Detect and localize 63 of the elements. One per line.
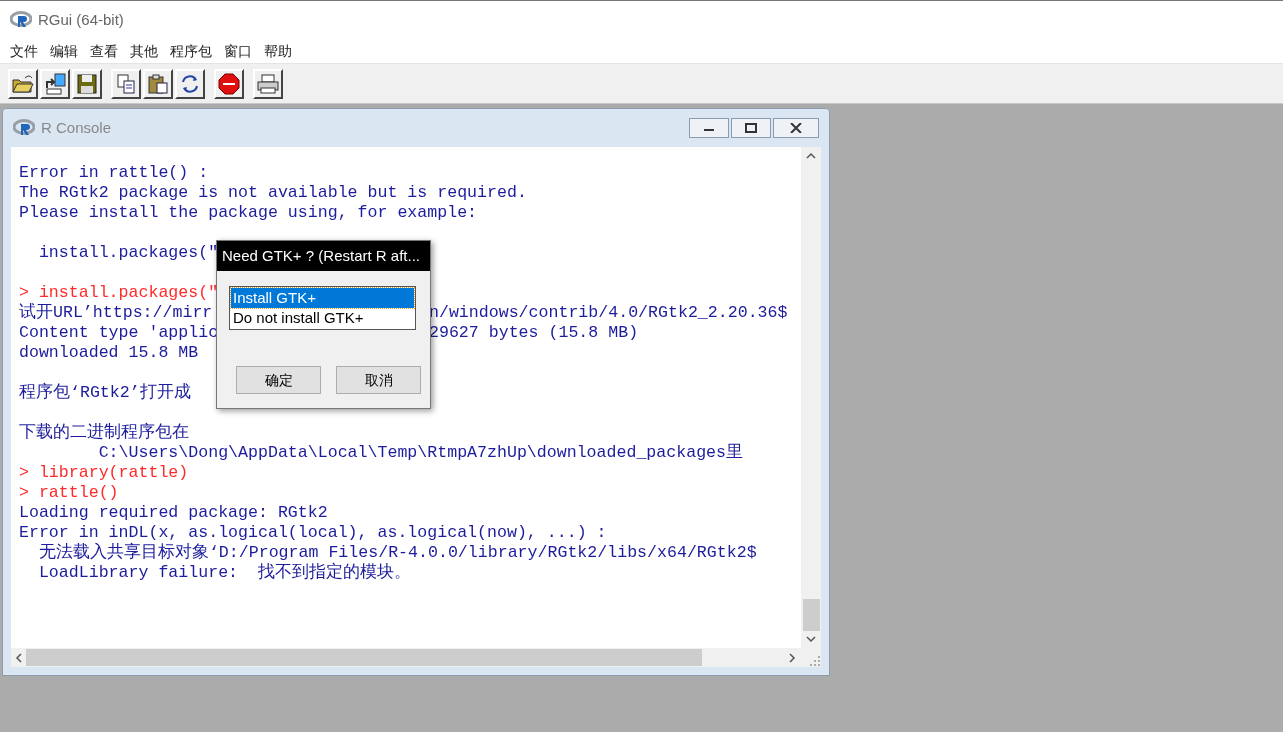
toolbar-button[interactable]: [214, 68, 244, 99]
console-line: The RGtk2 package is not available but is required.: [19, 183, 527, 203]
r-logo-icon: [10, 11, 32, 29]
scroll-left-icon: [15, 652, 22, 663]
menu-item[interactable]: 帮助: [258, 40, 298, 62]
maximize-icon: [745, 123, 757, 133]
load-workspace-icon: [43, 71, 67, 96]
console-line: Error in rattle() :: [19, 163, 209, 183]
scroll-down-icon: [806, 636, 816, 643]
menu-item[interactable]: 窗口: [218, 40, 258, 62]
dialog-button[interactable]: 确定: [236, 366, 321, 394]
console-line: 试开URL’https://mirr: [19, 303, 213, 322]
console-line: Error in inDL(x, as.logical(local), as.logical(now), ...) :: [19, 523, 607, 542]
console-line: C:\Users\Dong\AppData\Local\Temp\RtmpA7zhUp\downloaded_packages里: [97, 443, 743, 463]
r-logo-icon: [13, 119, 35, 137]
printer-icon: [256, 71, 280, 96]
dialog-button[interactable]: 取消: [336, 366, 421, 394]
list-option[interactable]: Install GTK+: [231, 288, 414, 308]
console-line: n/windows/contrib/4.0/RGtk2_2.20.36$: [429, 303, 788, 323]
maximize-button[interactable]: [731, 118, 771, 138]
list-option[interactable]: Do not install GTK+: [231, 308, 414, 328]
scrollbar-thumb[interactable]: [26, 649, 702, 666]
menu-item[interactable]: 编辑: [44, 40, 84, 62]
dialog-title: Need GTK+ ? (Restart R aft...: [222, 245, 420, 266]
vertical-scrollbar[interactable]: [801, 147, 821, 648]
menu-item[interactable]: 其他: [124, 40, 164, 62]
menu-item[interactable]: 程序包: [164, 40, 218, 62]
option-list[interactable]: Install GTK+ Do not install GTK+: [229, 286, 416, 330]
scrollbar-thumb[interactable]: [802, 599, 820, 631]
toolbar-button[interactable]: [8, 68, 38, 99]
console-line: LoadLibrary failure: 找不到指定的模块。: [37, 563, 411, 583]
console-title: R Console: [41, 117, 112, 138]
console-line: 程序包‘RGtk2’打开成: [19, 383, 191, 403]
console-line: downloaded 15.8 MB: [19, 343, 199, 363]
console-line: Loading required package: RGtk2: [19, 503, 328, 523]
console-line: > library(rattle): [19, 463, 189, 483]
console-line: Please install the package using, for example:: [19, 203, 478, 223]
toolbar-button[interactable]: [72, 68, 102, 99]
toolbar-button[interactable]: [253, 68, 283, 99]
console-line: 下载的二进制程序包在: [19, 423, 189, 443]
toolbar-button[interactable]: [40, 68, 70, 99]
console-line: install.packages(": [37, 243, 219, 263]
console-line: 29627 bytes (15.8 MB): [429, 323, 639, 343]
console-line: > install.packages(": [19, 283, 219, 303]
resize-grip-icon[interactable]: [809, 655, 821, 667]
menu-item[interactable]: 文件: [4, 40, 44, 62]
toolbar-button[interactable]: [143, 68, 173, 99]
toolbar-button[interactable]: [175, 68, 205, 99]
paste-icon: [146, 71, 170, 96]
scroll-right-icon: [789, 652, 796, 663]
menu-item[interactable]: 查看: [84, 40, 124, 62]
copy-icon: [114, 71, 138, 96]
console-line: Content type 'applic: [19, 323, 219, 342]
window-title: RGui (64-bit): [38, 9, 124, 30]
horizontal-scrollbar[interactable]: [11, 648, 801, 667]
close-button[interactable]: [773, 118, 819, 138]
stop-sign-icon: [217, 71, 241, 96]
toolbar-button[interactable]: [111, 68, 141, 99]
console-line: 无法载入共享目标对象‘D:/Program Files/R-4.0.0/library/RGtk2/libs/x64/RGtk2$: [37, 543, 757, 562]
console-line: > rattle(): [19, 483, 119, 503]
close-icon: [790, 123, 802, 133]
scroll-up-icon: [806, 152, 816, 159]
minimize-button[interactable]: [689, 118, 729, 138]
